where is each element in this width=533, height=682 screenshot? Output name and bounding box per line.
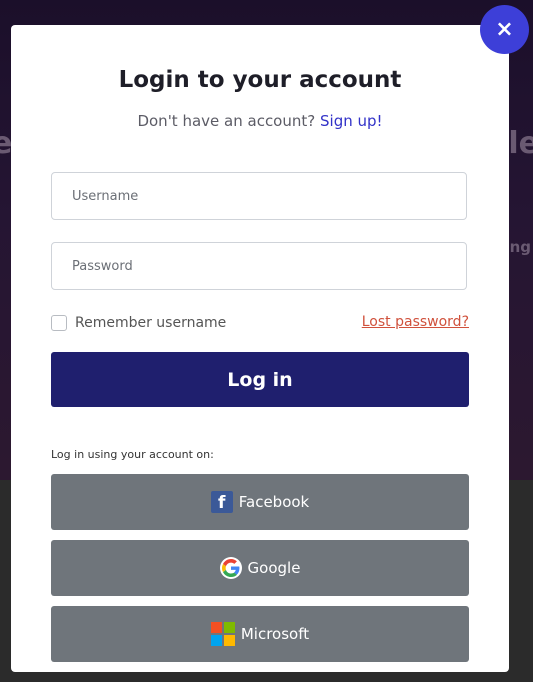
login-button[interactable]: Log in bbox=[51, 352, 469, 407]
microsoft-login-button[interactable]: Microsoft bbox=[51, 606, 469, 662]
facebook-login-button[interactable]: f Facebook bbox=[51, 474, 469, 530]
login-modal: Login to your account Don't have an acco… bbox=[11, 25, 509, 672]
remember-username-row[interactable]: Remember username bbox=[51, 315, 226, 331]
signup-prompt: Don't have an account? Sign up! bbox=[11, 112, 509, 130]
remember-username-label: Remember username bbox=[75, 315, 227, 331]
social-login-caption: Log in using your account on: bbox=[51, 448, 214, 461]
google-login-button[interactable]: Google bbox=[51, 540, 469, 596]
facebook-icon: f bbox=[210, 491, 233, 513]
modal-title: Login to your account bbox=[118, 67, 402, 93]
google-icon bbox=[219, 557, 242, 579]
lost-password-link[interactable]: Lost password? bbox=[362, 314, 469, 330]
password-input[interactable] bbox=[51, 242, 467, 290]
facebook-login-label: Facebook bbox=[238, 493, 310, 511]
no-account-text: Don't have an account? bbox=[137, 112, 316, 130]
close-modal-button[interactable]: × bbox=[480, 5, 529, 54]
signup-link[interactable]: Sign up! bbox=[320, 112, 383, 130]
remember-username-checkbox[interactable] bbox=[51, 315, 67, 331]
microsoft-icon bbox=[210, 622, 235, 646]
background-text-fragment-right: ng bbox=[509, 238, 531, 256]
background-heading-fragment-right: le bbox=[508, 126, 533, 161]
close-icon: × bbox=[495, 17, 514, 42]
username-input[interactable] bbox=[51, 172, 467, 220]
google-login-label: Google bbox=[247, 559, 301, 577]
microsoft-login-label: Microsoft bbox=[240, 625, 310, 643]
